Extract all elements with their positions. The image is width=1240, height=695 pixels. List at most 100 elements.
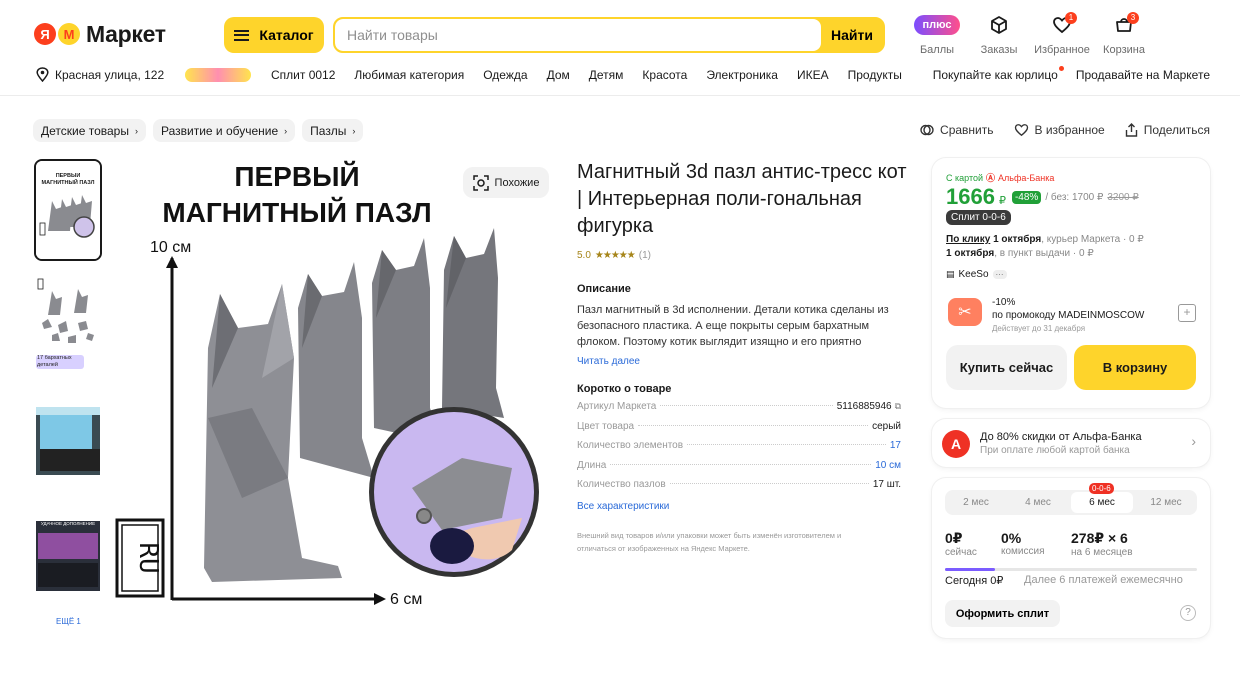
catalog-label: Каталог (259, 27, 314, 43)
tab-2-months[interactable]: 2 мес (945, 490, 1007, 515)
address-text: Красная улица, 122 (55, 67, 165, 82)
orders-button[interactable]: Заказы (969, 14, 1029, 56)
thumbnail-image: ПЕРВЫЙ МАГНИТНЫЙ ПАЗЛ (36, 161, 100, 259)
more-photos-link[interactable]: ЕЩЁ 1 (56, 617, 81, 626)
catalog-button[interactable]: Каталог (224, 17, 324, 53)
main-product-image[interactable]: ПЕРВЫЙ МАГНИТНЫЙ ПАЗЛ 10 см 6 см RU (112, 158, 560, 610)
copy-icon[interactable]: ⧉ (895, 401, 901, 412)
review-count: (1) (638, 250, 651, 261)
promo-code: -10% по промокоду MADEINMOSCOW Действует… (992, 296, 1144, 335)
page-actions: Сравнить В избранное Поделиться (920, 123, 1210, 137)
thumbnail-image: 17 бархатных деталей (34, 275, 102, 377)
search-input[interactable] (335, 19, 821, 51)
search-button[interactable]: Найти (821, 19, 883, 51)
nav-item-electronics[interactable]: Электроника (706, 68, 778, 82)
points-label: Баллы (919, 44, 955, 56)
help-icon[interactable]: ? (1180, 605, 1196, 621)
points-button[interactable]: плюс Баллы (907, 14, 967, 56)
breadcrumb-item[interactable]: Пазлы › (302, 119, 364, 142)
chevron-right-icon: › (284, 125, 288, 136)
spec-value: 17 шт. (872, 479, 901, 490)
market-logo[interactable]: Я М Маркет (34, 20, 166, 48)
image-heading-line2: МАГНИТНЫЙ ПАЗЛ (162, 196, 431, 228)
one-click-link[interactable]: По клику (946, 234, 990, 245)
all-specs-link[interactable]: Все характеристики (577, 501, 669, 512)
market-logo-icon: М (58, 23, 80, 45)
nav-item-kids[interactable]: Детям (589, 68, 624, 82)
category-nav: Сплит 0012 Любимая категория Одежда Дом … (271, 68, 902, 82)
share-button[interactable]: Поделиться (1125, 123, 1210, 137)
bank-offer-card[interactable]: А До 80% скидки от Альфа-Банка При оплат… (932, 419, 1210, 467)
breadcrumb-item[interactable]: Развитие и обучение › (152, 119, 296, 142)
tab-6-months[interactable]: 6 мес 0-0-6 (1071, 483, 1133, 513)
breadcrumb-item[interactable]: Детские товары › (33, 119, 146, 142)
legal-entity-link[interactable]: Покупайте как юрлицо (933, 66, 1064, 82)
spec-value-link[interactable]: 10 см (875, 460, 901, 471)
seller-link[interactable]: ▤ KeeSo ··· (946, 269, 1007, 280)
specs-list: Артикул Маркета 5116885946 ⧉ Цвет товара се… (577, 401, 901, 499)
thumbnail-2[interactable]: 17 бархатных деталей (34, 275, 102, 377)
gallery-thumbnails: ПЕРВЫЙ МАГНИТНЫЙ ПАЗЛ 17 бархатных детал… (34, 159, 104, 623)
nav-item-split[interactable]: Сплит 0012 (271, 68, 335, 82)
tab-12-months[interactable]: 12 мес (1135, 490, 1197, 515)
spec-key: Артикул Маркета (577, 401, 657, 412)
about-heading: Коротко о товаре (577, 383, 672, 395)
disclaimer: Внешний вид товаров и/или упаковки может… (577, 531, 842, 553)
promo-valid: Действует до 31 декабря (992, 324, 1086, 333)
product-rating[interactable]: 5.0 ★★★★★ (1) (577, 250, 651, 261)
compare-icon (920, 124, 934, 136)
buy-now-button[interactable]: Купить сейчас (946, 345, 1067, 390)
brand-logo-text: RU (133, 542, 163, 573)
split-progress-track (945, 568, 1197, 571)
heart-icon (1014, 124, 1028, 137)
compare-label: Сравнить (940, 123, 994, 137)
add-to-favorites-button[interactable]: В избранное (1014, 123, 1105, 137)
split-card: 2 мес 4 мес 6 мес 0-0-6 12 мес 0₽ сейчас… (932, 478, 1210, 638)
split-badge[interactable]: Сплит 0-0-6 (946, 210, 1011, 225)
cart-button[interactable]: 3 Корзина (1094, 12, 1154, 56)
tab-4-months[interactable]: 4 мес (1007, 490, 1069, 515)
add-to-cart-button[interactable]: В корзину (1074, 345, 1196, 390)
sell-on-market-link[interactable]: Продавайте на Маркете (1076, 68, 1210, 82)
monthly-value: 278₽ × 6 (1071, 530, 1128, 546)
favorites-button[interactable]: 1 Избранное (1032, 12, 1092, 56)
card-price-label: С картой Ⓐ Альфа-Банка (946, 171, 1054, 184)
spec-value-link[interactable]: 17 (890, 440, 901, 451)
thumbnail-1[interactable]: ПЕРВЫЙ МАГНИТНЫЙ ПАЗЛ (34, 159, 102, 261)
nav-item-beauty[interactable]: Красота (642, 68, 687, 82)
thumbnail-image (34, 391, 102, 493)
buy-box: С картой Ⓐ Альфа-Банка 1666 ₽ -48% / без… (932, 158, 1210, 408)
old-price: 3200 ₽ (1107, 191, 1139, 203)
nav-item-favorite-category[interactable]: Любимая категория (354, 68, 464, 82)
later-payments: Далее 6 платежей ежемесячно (1024, 574, 1183, 586)
bank-offer-subtitle: При оплате любой картой банка (980, 445, 1130, 456)
promo-text: по промокоду MADEINMOSCOW (992, 310, 1145, 321)
thumbnail-4[interactable]: УДАЧНОЕ ДОПОЛНЕНИЕ (34, 507, 102, 609)
apply-split-button[interactable]: Оформить сплит (945, 600, 1060, 627)
breadcrumb: Детские товары › Развитие и обучение › Паз… (33, 119, 364, 142)
more-icon[interactable]: ··· (992, 270, 1007, 279)
read-more-link[interactable]: Читать далее (577, 356, 640, 367)
spec-row: Количество элементов 17 (577, 440, 901, 460)
menu-icon (234, 29, 250, 41)
location-pin-icon (36, 67, 49, 82)
card-label: С картой (946, 172, 984, 183)
similar-products-button[interactable]: Похожие (463, 167, 549, 198)
nav-item-products[interactable]: Продукты (848, 68, 902, 82)
bank-name: Альфа-Банка (998, 172, 1055, 183)
nav-item-home[interactable]: Дом (547, 68, 570, 82)
delivery-address[interactable]: Красная улица, 122 (36, 67, 164, 82)
copy-promo-icon[interactable]: + (1178, 304, 1196, 322)
header: Я М Маркет Каталог Найти плюс Баллы Зака… (0, 0, 1240, 96)
promo-banner[interactable] (185, 68, 251, 82)
delivery-pickup: 1 октября, в пункт выдачи · 0 ₽ (946, 248, 1094, 259)
compare-button[interactable]: Сравнить (920, 123, 994, 137)
nav-item-clothes[interactable]: Одежда (483, 68, 527, 82)
orders-label: Заказы (980, 44, 1018, 56)
split-progress-fill (945, 568, 996, 571)
split-now: 0₽ сейчас (945, 530, 977, 558)
business-nav: Покупайте как юрлицо Продавайте на Марке… (933, 66, 1210, 82)
current-price: 1666 (946, 184, 995, 209)
nav-item-ikea[interactable]: ИКЕА (797, 68, 829, 82)
thumbnail-3[interactable] (34, 391, 102, 493)
